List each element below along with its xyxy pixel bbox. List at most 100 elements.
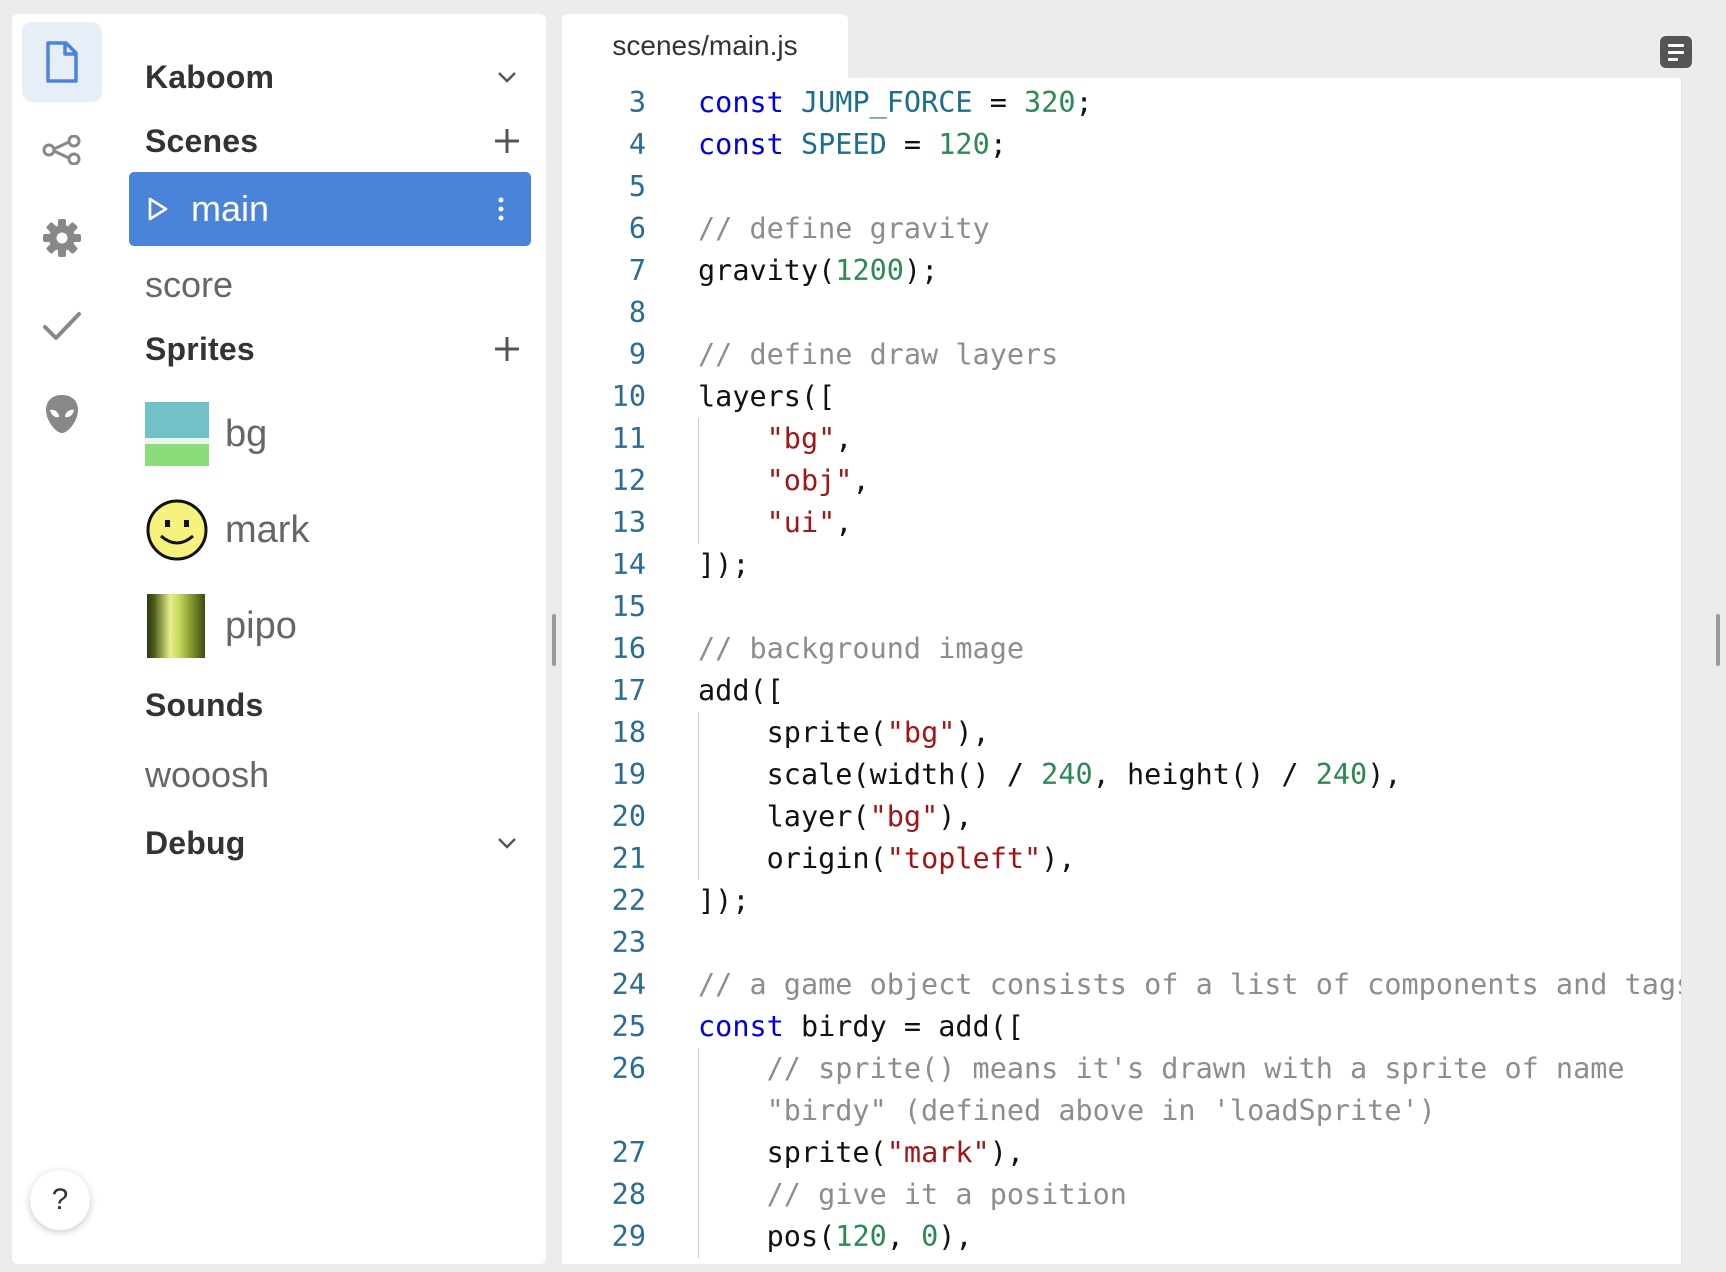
- line-number: 5: [628, 170, 646, 203]
- line-number: 22: [611, 884, 646, 917]
- code-line[interactable]: 16 // background image: [562, 628, 1682, 670]
- scene-item-label: main: [191, 188, 270, 229]
- code-line[interactable]: 25 const birdy = add([: [562, 1006, 1682, 1048]
- plus-icon: [495, 337, 519, 361]
- more-options-icon[interactable]: [483, 179, 519, 239]
- line-number: 6: [628, 212, 646, 245]
- code-text: sprite("bg"),: [698, 716, 990, 749]
- sprite-item-bg[interactable]: bg: [145, 400, 267, 468]
- code-line[interactable]: 21 origin("topleft"),: [562, 838, 1682, 880]
- code-line[interactable]: 12 "obj",: [562, 460, 1682, 502]
- line-number: 7: [628, 254, 646, 287]
- sound-item-label: wooosh: [145, 754, 270, 795]
- line-number: 11: [611, 422, 646, 455]
- code-line[interactable]: 11 "bg",: [562, 418, 1682, 460]
- code-text: const birdy = add([: [698, 1010, 1025, 1043]
- code-line[interactable]: 15: [562, 586, 1682, 628]
- line-number: 27: [611, 1136, 646, 1169]
- project-header[interactable]: Kaboom: [145, 52, 525, 102]
- file-icon: [46, 41, 78, 83]
- line-number: 14: [611, 548, 646, 581]
- code-line[interactable]: 5: [562, 166, 1682, 208]
- panel-resize-handle[interactable]: [552, 614, 556, 666]
- code-text: pos(120, 0),: [698, 1220, 973, 1253]
- sprite-item-label: mark: [225, 508, 310, 551]
- scene-item-label: score: [145, 264, 234, 305]
- settings-tab-button[interactable]: [22, 198, 102, 278]
- scene-item-main[interactable]: main: [129, 172, 531, 246]
- code-line[interactable]: 23: [562, 922, 1682, 964]
- code-line[interactable]: 10 layers([: [562, 376, 1682, 418]
- green-pipe-thumbnail: [147, 594, 205, 658]
- alien-icon: [46, 395, 78, 433]
- code-line[interactable]: 6 // define gravity: [562, 208, 1682, 250]
- line-number: 29: [611, 1220, 646, 1253]
- sound-item-wooosh[interactable]: wooosh: [145, 748, 269, 802]
- files-tab-button[interactable]: [22, 22, 102, 102]
- checkmark-icon: [43, 312, 81, 340]
- code-line[interactable]: 24 // a game object consists of a list of…: [562, 964, 1682, 1006]
- sounds-header: Sounds: [145, 680, 525, 730]
- line-number: 16: [611, 632, 646, 665]
- code-line[interactable]: 27 sprite("mark"),: [562, 1132, 1682, 1174]
- code-line[interactable]: 28 // give it a position: [562, 1174, 1682, 1216]
- code-text: // define gravity: [698, 212, 990, 245]
- help-button[interactable]: ?: [30, 1170, 90, 1230]
- debug-title: Debug: [145, 824, 246, 861]
- sprites-header: Sprites: [145, 324, 525, 374]
- gear-icon: [43, 219, 81, 257]
- code-area[interactable]: 3 const JUMP_FORCE = 320; 4 const SPEED = 1…: [562, 78, 1682, 1264]
- sidebar-panel: ? Kaboom Scenes main score Sprites bg ma…: [12, 14, 546, 1264]
- tests-tab-button[interactable]: [22, 286, 102, 366]
- code-line[interactable]: 9 // define draw layers: [562, 334, 1682, 376]
- chevron-down-icon[interactable]: [489, 825, 525, 861]
- code-text: // define draw layers: [698, 338, 1059, 371]
- code-text: add([: [698, 674, 784, 707]
- code-line[interactable]: 18 sprite("bg"),: [562, 712, 1682, 754]
- add-sprite-button[interactable]: [489, 331, 525, 367]
- code-line[interactable]: 17 add([: [562, 670, 1682, 712]
- editor-menu-icon[interactable]: [1660, 36, 1692, 68]
- play-icon[interactable]: [147, 196, 177, 222]
- code-line[interactable]: 8: [562, 292, 1682, 334]
- scene-item-score[interactable]: score: [145, 258, 233, 312]
- code-line[interactable]: 13 "ui",: [562, 502, 1682, 544]
- project-title: Kaboom: [145, 58, 275, 95]
- right-resize-handle[interactable]: [1716, 614, 1720, 666]
- code-line[interactable]: 26 // sprite() means it's drawn with a s…: [562, 1048, 1682, 1090]
- line-number: 12: [611, 464, 646, 497]
- code-line[interactable]: 3 const JUMP_FORCE = 320;: [562, 82, 1682, 124]
- code-line[interactable]: 14]);: [562, 544, 1682, 586]
- code-line[interactable]: "birdy" (defined above in 'loadSprite'): [562, 1090, 1682, 1132]
- code-line[interactable]: 19 scale(width() / 240, height() / 240),: [562, 754, 1682, 796]
- alien-tab-button[interactable]: [22, 374, 102, 454]
- share-tab-button[interactable]: [22, 110, 102, 190]
- sky-grass-thumbnail: [145, 402, 209, 466]
- tab-main-js[interactable]: scenes/main.js: [562, 14, 848, 78]
- debug-header[interactable]: Debug: [145, 818, 525, 868]
- code-text: ]);: [698, 548, 750, 581]
- sprites-title: Sprites: [145, 330, 255, 367]
- code-line[interactable]: 29 pos(120, 0),: [562, 1216, 1682, 1258]
- code-text: "bg",: [766, 422, 853, 455]
- line-number: 23: [611, 926, 646, 959]
- share-nodes-icon: [42, 135, 81, 165]
- code-line[interactable]: 4 const SPEED = 120;: [562, 124, 1682, 166]
- sprite-item-label: pipo: [225, 604, 297, 647]
- code-line[interactable]: 7 gravity(1200);: [562, 250, 1682, 292]
- code-editor: scenes/main.js 3 const JUMP_FORCE = 320; 4…: [562, 14, 1682, 1264]
- line-number: 4: [628, 128, 646, 161]
- code-text: layer("bg"),: [698, 800, 973, 833]
- code-text: // a game object consists of a list of c…: [698, 968, 1682, 1001]
- line-number: 19: [611, 758, 646, 791]
- line-number: 9: [628, 338, 646, 371]
- line-number: 15: [611, 590, 646, 623]
- sprite-item-mark[interactable]: mark: [145, 496, 309, 564]
- add-scene-button[interactable]: [489, 123, 525, 159]
- code-line[interactable]: 20 layer("bg"),: [562, 796, 1682, 838]
- line-number: 20: [611, 800, 646, 833]
- line-number: 8: [628, 296, 646, 329]
- sprite-item-pipo[interactable]: pipo: [145, 592, 297, 660]
- chevron-down-icon[interactable]: [489, 59, 525, 95]
- code-line[interactable]: 22]);: [562, 880, 1682, 922]
